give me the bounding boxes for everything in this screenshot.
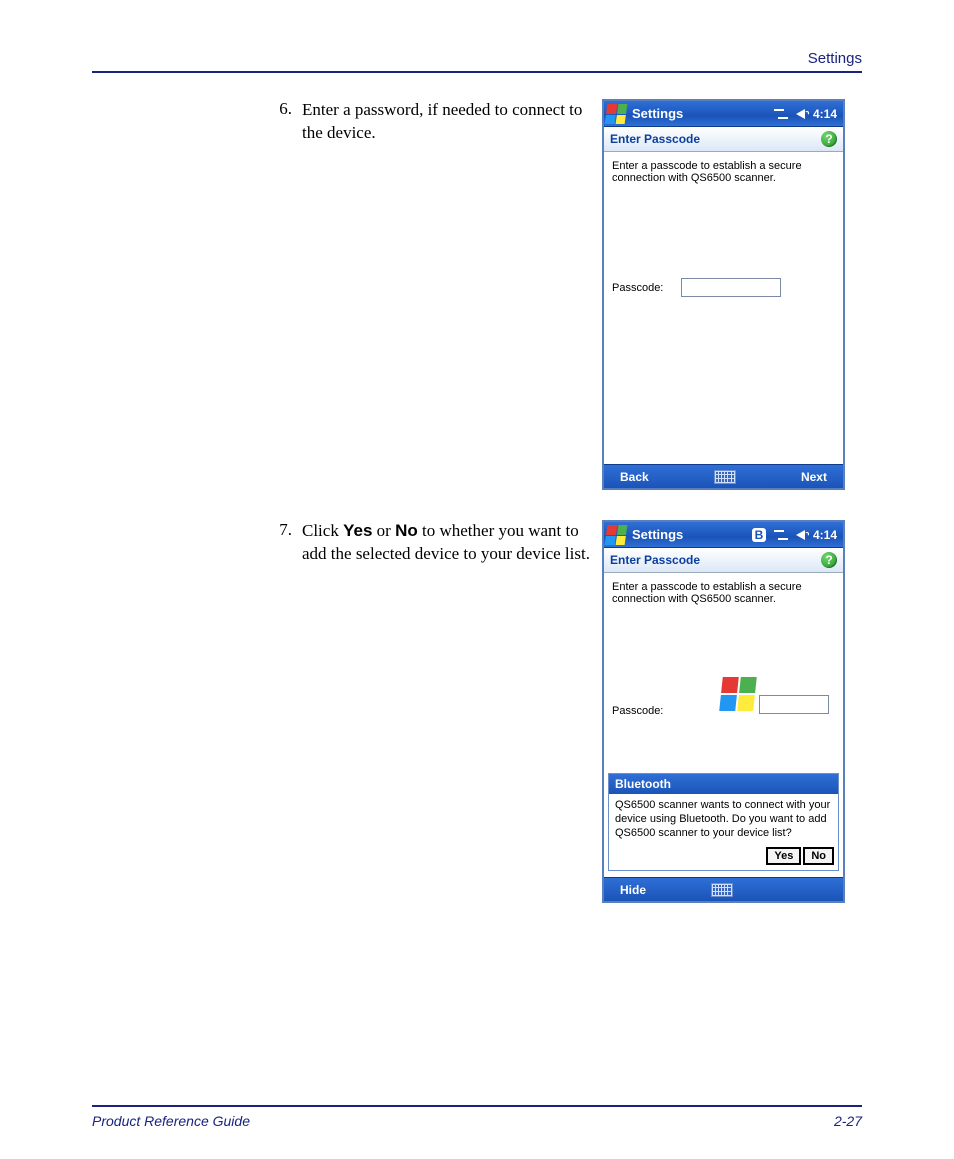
bottom-bar: Hide <box>604 877 843 901</box>
header-rule <box>92 71 862 73</box>
titlebar-title: Settings <box>632 527 683 542</box>
busy-icon <box>719 677 757 711</box>
page-header-section: Settings <box>92 50 862 67</box>
passcode-input[interactable] <box>681 278 781 297</box>
bluetooth-icon[interactable]: B <box>752 528 766 542</box>
screenshot-1: Settings 4:14 Enter Passcode ? Enter a p… <box>602 99 845 490</box>
popup-body-text: QS6500 scanner wants to connect with you… <box>609 794 838 844</box>
passcode-input[interactable] <box>759 695 829 714</box>
footer-right: 2-27 <box>834 1113 862 1129</box>
screen-body: Enter a passcode to establish a secure c… <box>604 152 843 464</box>
yes-button[interactable]: Yes <box>766 847 801 865</box>
step-6-number: 6. <box>92 99 302 119</box>
back-button[interactable]: Back <box>620 470 649 484</box>
clock-time: 4:14 <box>813 107 837 121</box>
step-7-row: 7. Click Yes or No to whether you want t… <box>92 520 862 903</box>
bottom-bar: Back Next <box>604 464 843 488</box>
subheader-title: Enter Passcode <box>610 553 700 567</box>
no-button[interactable]: No <box>803 847 834 865</box>
volume-icon[interactable] <box>796 109 805 119</box>
step-6-text: Enter a password, if needed to connect t… <box>302 99 602 145</box>
step-7-text: Click Yes or No to whether you want to a… <box>302 520 602 566</box>
windows-flag-icon <box>605 525 628 545</box>
instruction-text: Enter a passcode to establish a secure c… <box>612 160 835 184</box>
subheader-bar: Enter Passcode ? <box>604 127 843 152</box>
keyboard-icon[interactable] <box>711 883 733 897</box>
volume-icon[interactable] <box>796 530 805 540</box>
connectivity-icon[interactable] <box>774 109 788 119</box>
help-icon[interactable]: ? <box>821 552 837 568</box>
windows-flag-icon <box>605 104 628 124</box>
screen-body: Enter a passcode to establish a secure c… <box>604 573 843 773</box>
page-footer: Product Reference Guide 2-27 <box>92 1105 862 1129</box>
clock-time: 4:14 <box>813 528 837 542</box>
hide-button[interactable]: Hide <box>620 883 646 897</box>
popup-title: Bluetooth <box>609 774 838 794</box>
footer-rule <box>92 1105 862 1107</box>
connectivity-icon[interactable] <box>774 530 788 540</box>
footer-left: Product Reference Guide <box>92 1113 250 1129</box>
instruction-text: Enter a passcode to establish a secure c… <box>612 581 835 605</box>
bluetooth-popup: Bluetooth QS6500 scanner wants to connec… <box>608 773 839 871</box>
titlebar: Settings B 4:14 <box>604 522 843 548</box>
keyboard-icon[interactable] <box>714 470 736 484</box>
titlebar-title: Settings <box>632 106 683 121</box>
subheader-bar: Enter Passcode ? <box>604 548 843 573</box>
subheader-title: Enter Passcode <box>610 132 700 146</box>
passcode-label: Passcode: <box>612 282 663 294</box>
step-7-number: 7. <box>92 520 302 540</box>
help-icon[interactable]: ? <box>821 131 837 147</box>
step-6-row: 6. Enter a password, if needed to connec… <box>92 99 862 490</box>
screenshot-2: Settings B 4:14 Enter Passcode ? Enter a… <box>602 520 845 903</box>
titlebar: Settings 4:14 <box>604 101 843 127</box>
next-button[interactable]: Next <box>801 470 827 484</box>
passcode-label: Passcode: <box>612 705 663 717</box>
